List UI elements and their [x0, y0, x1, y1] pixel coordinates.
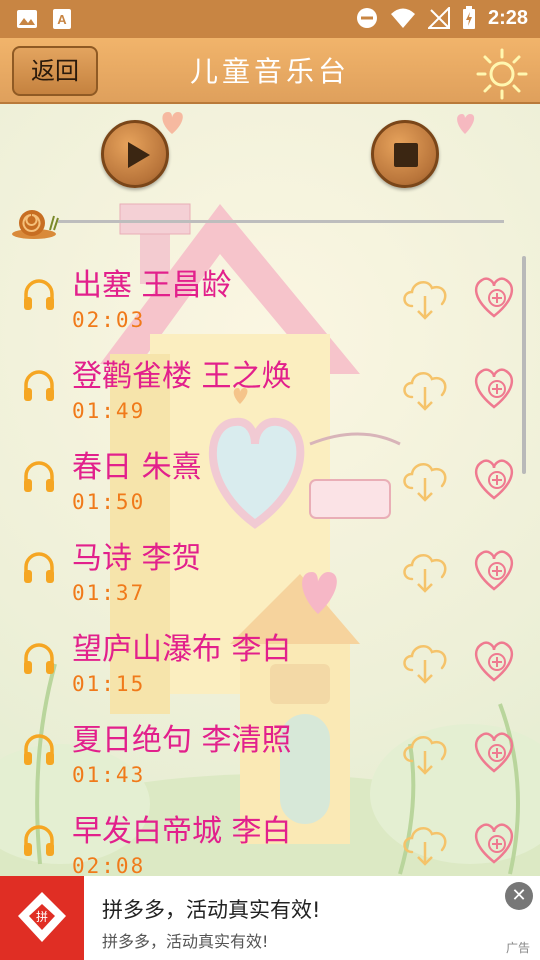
song-title: 夏日绝句 李清照: [72, 723, 292, 758]
download-cloud-icon[interactable]: [398, 820, 452, 868]
list-scrollbar[interactable]: [522, 256, 526, 474]
download-cloud-icon[interactable]: [398, 274, 452, 322]
download-cloud-icon[interactable]: [398, 456, 452, 504]
ad-banner[interactable]: 拼 拼多多，活动真实有效! 拼多多，活动真实有效!: [0, 876, 540, 960]
favorite-heart-icon[interactable]: [470, 545, 518, 593]
song-title: 登鹳雀楼 王之焕: [72, 359, 292, 394]
stop-button[interactable]: [371, 120, 439, 188]
download-cloud-icon[interactable]: [398, 638, 452, 686]
progress-slider[interactable]: [58, 220, 504, 223]
do-not-disturb-icon: [356, 8, 377, 28]
headphone-icon: [24, 643, 54, 674]
favorite-heart-icon[interactable]: [470, 363, 518, 411]
download-cloud-icon[interactable]: [398, 547, 452, 595]
page-title: 儿童音乐台: [189, 55, 350, 88]
song-duration: 01:37: [72, 581, 146, 605]
favorite-heart-icon[interactable]: [470, 818, 518, 866]
song-row[interactable]: 夏日绝句 李清照 01:43: [0, 711, 520, 802]
ad-label: 广告: [506, 941, 531, 955]
sun-icon[interactable]: [474, 44, 530, 100]
song-title: 春日 朱熹: [72, 450, 202, 485]
song-duration: 01:50: [72, 490, 146, 514]
song-title: 早发白帝城 李白: [72, 814, 292, 849]
song-row[interactable]: 春日 朱熹 01:50: [0, 438, 520, 529]
favorite-heart-icon[interactable]: [470, 727, 518, 775]
text-a-icon: A: [53, 9, 71, 29]
status-time: 2:28: [487, 6, 528, 29]
song-duration: 02:03: [72, 308, 146, 332]
no-signal-icon: [427, 7, 450, 29]
status-bar: A 2:28: [0, 0, 540, 38]
song-duration: 01:49: [72, 399, 146, 423]
headphone-icon: [24, 734, 54, 765]
headphone-icon: [24, 370, 54, 401]
pinduoduo-logo-icon: 拼: [0, 876, 84, 960]
stop-icon: [394, 143, 418, 167]
back-button[interactable]: 返回: [12, 46, 98, 96]
song-duration: 01:15: [72, 672, 146, 696]
headphone-icon: [24, 825, 54, 856]
song-row[interactable]: 望庐山瀑布 李白 01:15: [0, 620, 520, 711]
song-title: 马诗 李贺: [72, 541, 202, 576]
song-duration: 01:43: [72, 763, 146, 787]
favorite-heart-icon[interactable]: [470, 272, 518, 320]
favorite-heart-icon[interactable]: [470, 454, 518, 502]
download-cloud-icon[interactable]: [398, 729, 452, 777]
ad-title: 拼多多，活动真实有效!: [102, 898, 321, 922]
app-header: 返回 儿童音乐台: [0, 38, 540, 104]
svg-text:拼: 拼: [36, 910, 48, 924]
image-icon: [17, 10, 37, 28]
ad-subtitle: 拼多多，活动真实有效!: [102, 932, 269, 951]
snail-icon[interactable]: [10, 204, 60, 240]
favorite-heart-icon[interactable]: [470, 636, 518, 684]
song-title: 出塞 王昌龄: [72, 268, 232, 303]
song-title: 望庐山瀑布 李白: [72, 632, 292, 667]
headphone-icon: [24, 552, 54, 583]
battery-charging-icon: [462, 6, 475, 29]
svg-text:A: A: [57, 12, 67, 27]
play-icon: [128, 142, 150, 168]
song-row[interactable]: 马诗 李贺 01:37: [0, 529, 520, 620]
close-icon[interactable]: ✕: [505, 882, 533, 910]
song-row[interactable]: 登鹳雀楼 王之焕 01:49: [0, 347, 520, 438]
song-duration: 02:08: [72, 854, 146, 878]
headphone-icon: [24, 279, 54, 310]
headphone-icon: [24, 461, 54, 492]
wifi-icon: [390, 8, 415, 28]
play-button[interactable]: [101, 120, 169, 188]
download-cloud-icon[interactable]: [398, 365, 452, 413]
song-row[interactable]: 出塞 王昌龄 02:03: [0, 256, 520, 347]
